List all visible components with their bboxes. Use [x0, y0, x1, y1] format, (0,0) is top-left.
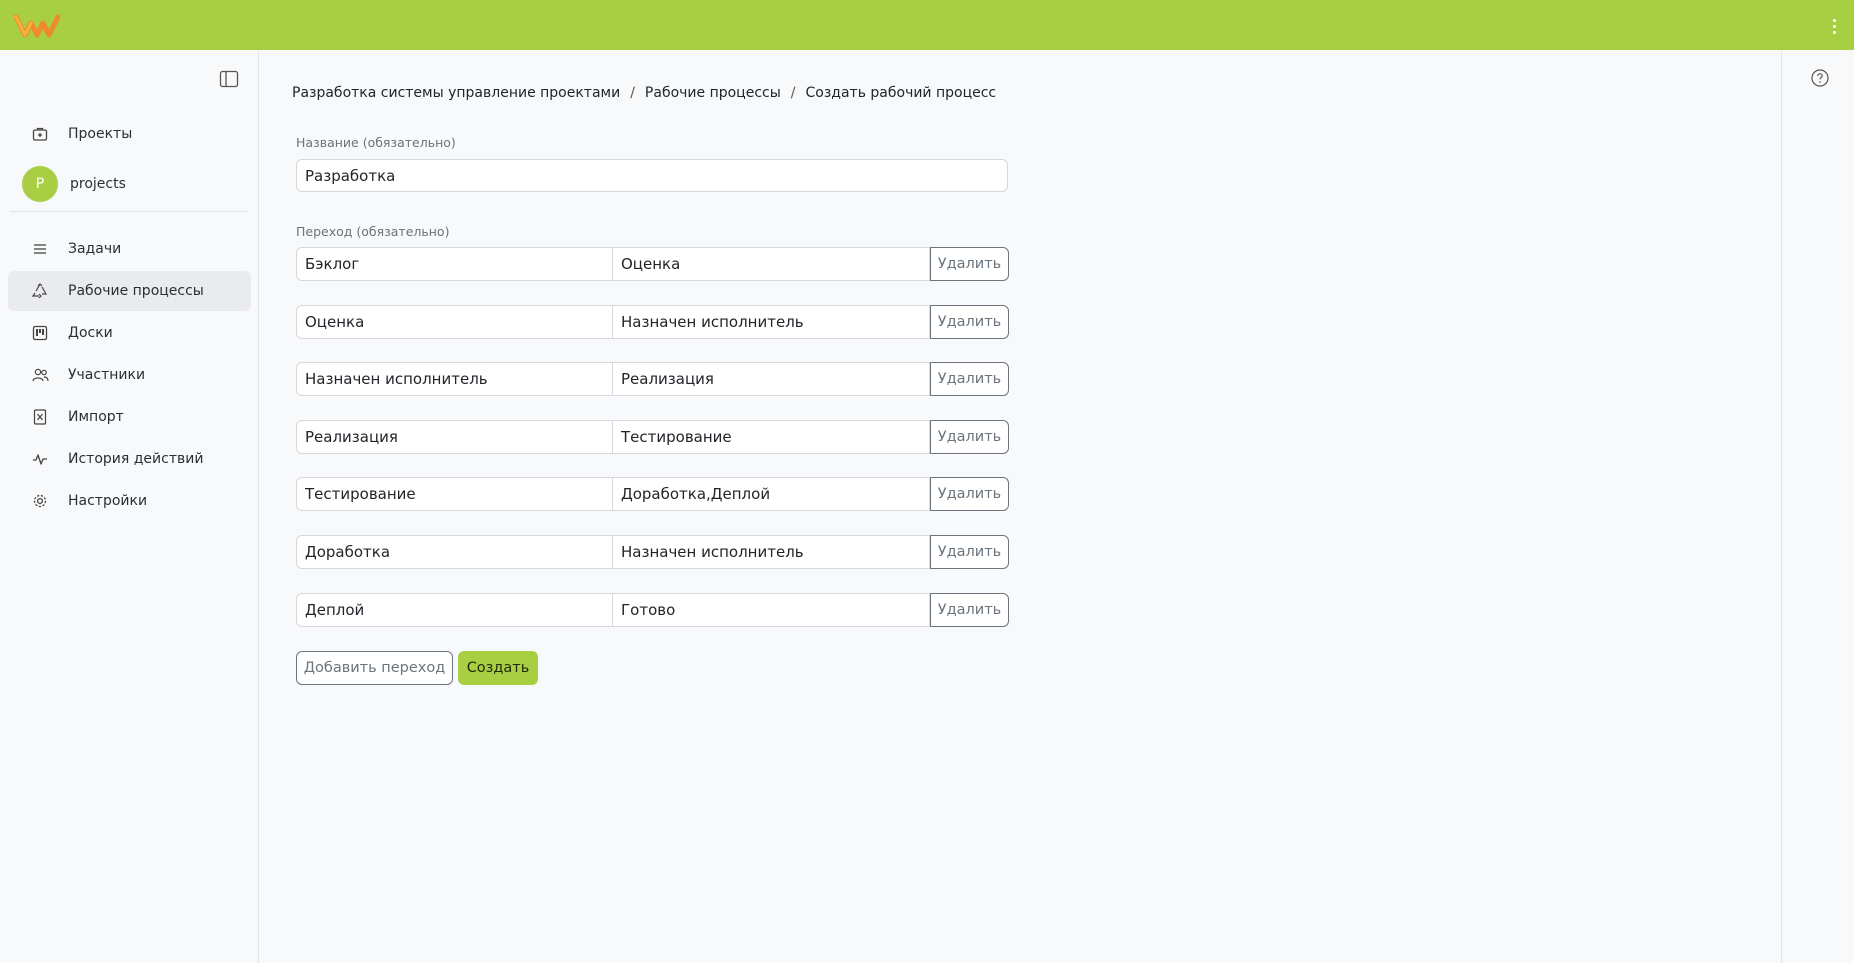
briefcase-icon [31, 125, 49, 143]
avatar: P [22, 166, 58, 202]
project-name: projects [70, 176, 126, 192]
transition-to-input[interactable] [613, 477, 930, 511]
transition-from-input[interactable] [296, 247, 613, 281]
sidebar-item-label: Доски [68, 325, 113, 341]
sidebar-item-projects[interactable]: Проекты [8, 114, 251, 154]
breadcrumb-current: Создать рабочий процесс [805, 85, 997, 101]
sidebar-toggle-icon[interactable] [219, 69, 239, 89]
transition-row: Удалить [296, 593, 1009, 627]
sidebar-item-import[interactable]: Импорт [8, 397, 251, 437]
users-icon [31, 366, 49, 384]
transition-row: Удалить [296, 535, 1009, 569]
transition-row: Удалить [296, 477, 1009, 511]
transition-to-input[interactable] [613, 420, 930, 454]
sidebar-item-label: Проекты [68, 126, 133, 142]
transition-row: Удалить [296, 305, 1009, 339]
sidebar-item-label: Рабочие процессы [68, 283, 204, 299]
delete-transition-button[interactable]: Удалить [930, 593, 1009, 627]
breadcrumb-project[interactable]: Разработка системы управление проектами [292, 85, 620, 101]
sidebar-item-settings[interactable]: Настройки [8, 481, 251, 521]
transition-from-input[interactable] [296, 477, 613, 511]
delete-transition-button[interactable]: Удалить [930, 305, 1009, 339]
board-icon [31, 324, 49, 342]
sidebar-item-workflows[interactable]: Рабочие процессы [8, 271, 251, 311]
sidebar-item-label: Задачи [68, 241, 122, 257]
transition-row: Удалить [296, 247, 1009, 281]
project-selector[interactable]: P projects [8, 164, 251, 204]
sidebar-item-tasks[interactable]: Задачи [8, 229, 251, 269]
add-transition-button[interactable]: Добавить переход [296, 651, 453, 685]
name-input[interactable] [296, 159, 1008, 192]
transition-from-input[interactable] [296, 305, 613, 339]
breadcrumb-separator: / [630, 85, 635, 101]
activity-icon [31, 450, 49, 468]
transition-row: Удалить [296, 362, 1009, 396]
import-icon [31, 408, 49, 426]
transition-label: Переход (обязательно) [296, 224, 450, 239]
list-icon [31, 240, 49, 258]
sidebar-divider [10, 211, 248, 212]
sidebar-item-members[interactable]: Участники [8, 355, 251, 395]
sidebar-item-label: История действий [68, 451, 204, 467]
transition-to-input[interactable] [613, 247, 930, 281]
sidebar-item-label: Участники [68, 367, 146, 383]
gear-icon [31, 492, 49, 510]
help-icon[interactable] [1811, 69, 1829, 87]
logo-icon[interactable] [14, 14, 60, 38]
transition-from-input[interactable] [296, 420, 613, 454]
sidebar-item-label: Импорт [68, 409, 124, 425]
transition-row: Удалить [296, 420, 1009, 454]
delete-transition-button[interactable]: Удалить [930, 247, 1009, 281]
more-menu-icon[interactable] [1824, 14, 1844, 38]
sidebar-item-activity[interactable]: История действий [8, 439, 251, 479]
recycle-icon [31, 282, 49, 300]
transition-from-input[interactable] [296, 535, 613, 569]
transition-to-input[interactable] [613, 535, 930, 569]
delete-transition-button[interactable]: Удалить [930, 362, 1009, 396]
delete-transition-button[interactable]: Удалить [930, 477, 1009, 511]
name-label: Название (обязательно) [296, 135, 456, 150]
transition-from-input[interactable] [296, 593, 613, 627]
transition-to-input[interactable] [613, 305, 930, 339]
transition-to-input[interactable] [613, 362, 930, 396]
breadcrumb: Разработка системы управление проектами … [292, 85, 996, 101]
breadcrumb-separator: / [790, 85, 796, 101]
transition-to-input[interactable] [613, 593, 930, 627]
delete-transition-button[interactable]: Удалить [930, 535, 1009, 569]
breadcrumb-workflows[interactable]: Рабочие процессы [645, 85, 781, 101]
create-button[interactable]: Создать [458, 651, 538, 685]
sidebar-item-boards[interactable]: Доски [8, 313, 251, 353]
top-bar [0, 0, 1854, 50]
transition-from-input[interactable] [296, 362, 613, 396]
sidebar: Проекты P projects Задачи Рабочие процес… [0, 50, 259, 963]
delete-transition-button[interactable]: Удалить [930, 420, 1009, 454]
sidebar-item-label: Настройки [68, 493, 148, 509]
right-panel [1781, 50, 1854, 963]
